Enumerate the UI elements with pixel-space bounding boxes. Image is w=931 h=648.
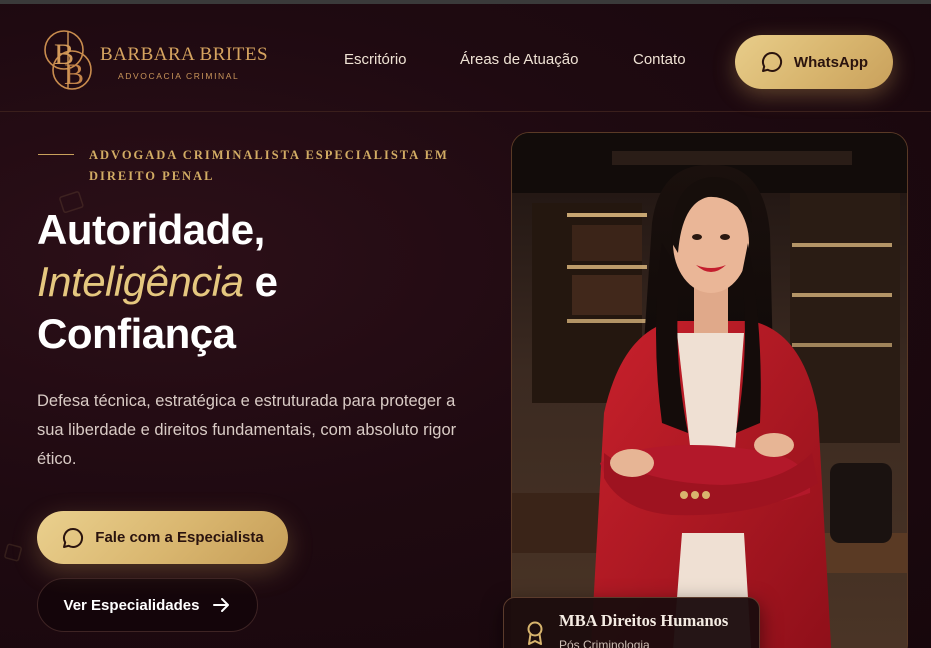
credential-badge: MBA Direitos Humanos Pós Criminologia bbox=[503, 597, 760, 648]
chat-bubble-icon bbox=[761, 51, 782, 72]
chat-bubble-icon bbox=[63, 527, 84, 548]
brand-logo[interactable]: B B BARBARA BRITES ADVOCACIA CRIMINAL bbox=[42, 26, 268, 96]
nav-item-escritorio[interactable]: Escritório bbox=[344, 51, 407, 68]
hero-headline: Autoridade, Inteligência e Confiança bbox=[37, 204, 497, 360]
hero-description: Defesa técnica, estratégica e estruturad… bbox=[37, 392, 457, 468]
headline-line-2: e bbox=[243, 258, 278, 305]
badge-title: MBA Direitos Humanos bbox=[559, 611, 729, 630]
contact-specialist-button[interactable]: Fale com a Especialista bbox=[37, 511, 288, 564]
nav-item-contato[interactable]: Contato bbox=[633, 51, 686, 68]
headline-line-1: Autoridade, bbox=[37, 206, 265, 253]
arrow-right-icon bbox=[213, 598, 230, 612]
see-specialties-label: Ver Especialidades bbox=[63, 596, 200, 614]
award-icon bbox=[527, 621, 543, 645]
contact-specialist-label: Fale com a Especialista bbox=[95, 529, 264, 546]
badge-subtitle: Pós Criminologia bbox=[559, 638, 650, 648]
whatsapp-button[interactable]: WhatsApp bbox=[735, 35, 893, 89]
brand-subtitle: ADVOCACIA CRIMINAL bbox=[118, 71, 240, 81]
lawyer-photo bbox=[511, 132, 908, 648]
nav-item-areas-de-atuacao[interactable]: Áreas de Atuação bbox=[460, 51, 578, 68]
monogram-logo-icon: B B bbox=[44, 30, 92, 91]
landing-page: B B BARBARA BRITES ADVOCACIA CRIMINAL Es… bbox=[0, 0, 931, 648]
eyebrow-divider bbox=[38, 154, 74, 155]
svg-text:B: B bbox=[64, 58, 84, 91]
see-specialties-button[interactable]: Ver Especialidades bbox=[37, 578, 258, 632]
decorative-scale-icon bbox=[4, 543, 22, 562]
headline-line-3: Confiança bbox=[37, 310, 236, 357]
whatsapp-label: WhatsApp bbox=[793, 53, 869, 71]
headline-accent: Inteligência bbox=[37, 258, 244, 305]
office-portrait-illustration bbox=[512, 133, 907, 648]
site-header: B B BARBARA BRITES ADVOCACIA CRIMINAL Es… bbox=[0, 4, 931, 112]
hero-eyebrow: ADVOGADA CRIMINALISTA ESPECIALISTA EM DI… bbox=[89, 148, 449, 183]
brand-name: BARBARA BRITES bbox=[100, 44, 269, 65]
